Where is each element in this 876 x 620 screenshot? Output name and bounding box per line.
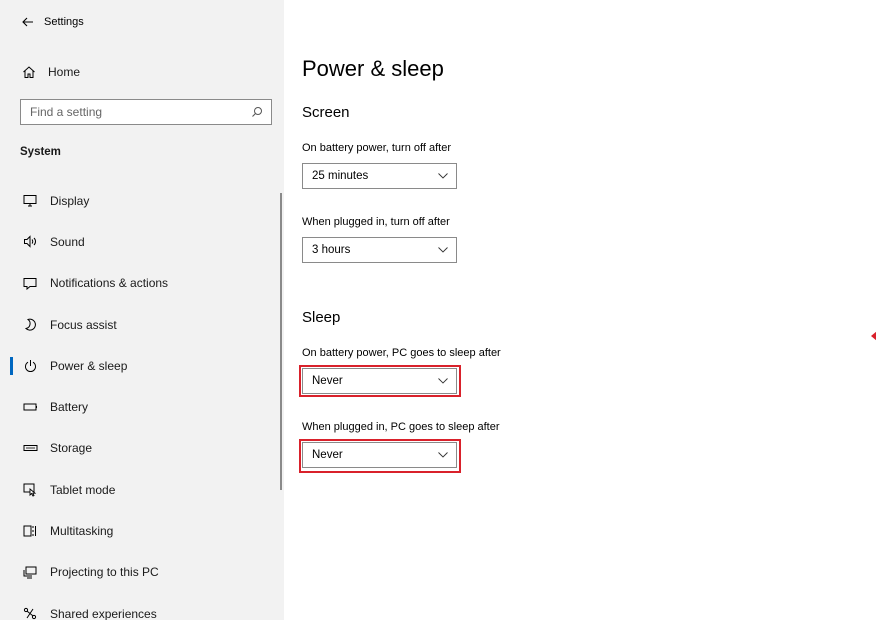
sidebar-scrollbar[interactable] — [280, 193, 282, 490]
sidebar-item-label: Tablet mode — [50, 482, 116, 497]
sidebar-item-label: Notifications & actions — [50, 276, 169, 291]
battery-icon — [22, 399, 38, 415]
sidebar-item-label: Projecting to this PC — [50, 565, 159, 580]
dropdown-value: 3 hours — [312, 244, 351, 256]
sleep-battery-label: On battery power, PC goes to sleep after — [302, 347, 501, 359]
back-arrow-icon — [22, 17, 33, 27]
sidebar-item-label: Sound — [50, 234, 85, 249]
sidebar-item-shared-experiences[interactable]: Shared experiences — [0, 593, 284, 620]
sidebar: Settings Home System Display Sound — [0, 0, 284, 620]
sidebar-item-label: Power & sleep — [50, 358, 128, 373]
sidebar-item-projecting[interactable]: Projecting to this PC — [0, 552, 284, 593]
sound-icon — [22, 234, 38, 250]
display-icon — [22, 193, 38, 209]
sidebar-item-label: Multitasking — [50, 524, 114, 539]
shared-experiences-icon — [22, 606, 38, 620]
sidebar-nav: Display Sound Notifications & actions Fo… — [0, 180, 284, 620]
sleep-plugged-label: When plugged in, PC goes to sleep after — [302, 421, 500, 433]
chevron-down-icon — [438, 378, 448, 384]
sidebar-item-label: Storage — [50, 441, 93, 456]
sleep-battery-dropdown[interactable]: Never — [302, 368, 457, 394]
sidebar-item-sound[interactable]: Sound — [0, 221, 284, 262]
sidebar-item-label: Shared experiences — [50, 606, 157, 620]
projecting-icon — [22, 564, 38, 580]
sidebar-item-battery[interactable]: Battery — [0, 386, 284, 427]
title-bar: Settings — [0, 0, 284, 44]
sidebar-item-tablet-mode[interactable]: Tablet mode — [0, 469, 284, 510]
home-icon — [23, 66, 35, 78]
chevron-down-icon — [438, 452, 448, 458]
edge-marker — [871, 331, 876, 341]
dropdown-value: Never — [312, 375, 343, 387]
sidebar-item-storage[interactable]: Storage — [0, 428, 284, 469]
sidebar-item-label: Focus assist — [50, 317, 117, 332]
screen-plugged-label: When plugged in, turn off after — [302, 216, 450, 228]
sleep-heading: Sleep — [302, 309, 341, 326]
window-title: Settings — [44, 16, 84, 28]
dropdown-value: Never — [312, 449, 343, 461]
home-label: Home — [48, 65, 81, 79]
storage-icon — [22, 440, 38, 456]
page-title: Power & sleep — [302, 56, 444, 81]
search-input[interactable] — [30, 105, 251, 119]
notifications-icon — [22, 275, 38, 291]
sleep-plugged-dropdown[interactable]: Never — [302, 442, 457, 468]
sidebar-item-power-sleep[interactable]: Power & sleep — [0, 345, 284, 386]
chevron-down-icon — [438, 173, 448, 179]
screen-battery-label: On battery power, turn off after — [302, 142, 451, 154]
search-icon[interactable] — [251, 106, 263, 118]
screen-battery-dropdown[interactable]: 25 minutes — [302, 163, 457, 189]
sidebar-item-label: Display — [50, 193, 90, 208]
search-box[interactable] — [20, 99, 272, 125]
sidebar-item-multitasking[interactable]: Multitasking — [0, 510, 284, 551]
screen-heading: Screen — [302, 104, 350, 121]
active-indicator — [10, 357, 13, 376]
chevron-down-icon — [438, 247, 448, 253]
dropdown-value: 25 minutes — [312, 170, 369, 182]
home-nav-item[interactable]: Home — [0, 52, 284, 92]
power-icon — [22, 358, 38, 374]
sidebar-item-label: Battery — [50, 400, 89, 415]
moon-icon — [22, 317, 38, 333]
multitasking-icon — [22, 523, 38, 539]
tablet-mode-icon — [22, 482, 38, 498]
sidebar-item-display[interactable]: Display — [0, 180, 284, 221]
main-content: Power & sleep Screen On battery power, t… — [299, 0, 862, 620]
sidebar-item-focus-assist[interactable]: Focus assist — [0, 304, 284, 345]
section-title: System — [20, 146, 61, 158]
screen-plugged-dropdown[interactable]: 3 hours — [302, 237, 457, 263]
sidebar-item-notifications[interactable]: Notifications & actions — [0, 263, 284, 304]
